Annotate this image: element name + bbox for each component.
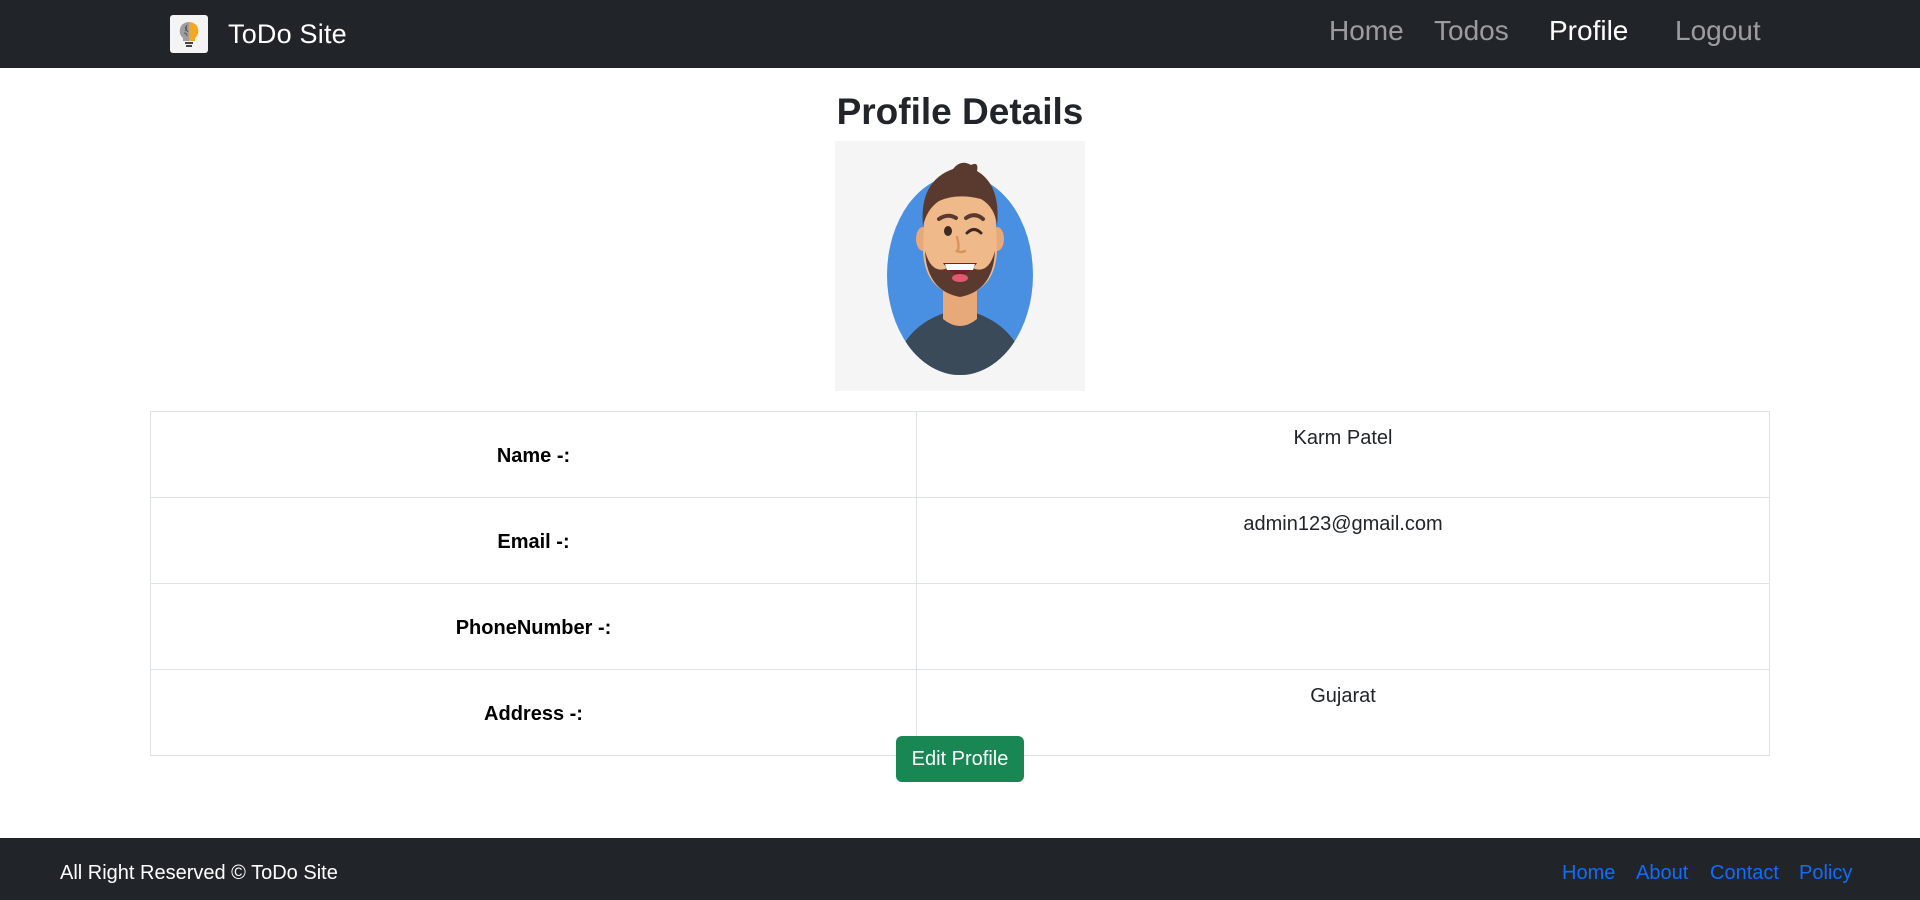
nav-profile-link[interactable]: Profile: [1549, 14, 1628, 48]
profile-details-table: Name -: Karm Patel Email -: admin123@gma…: [150, 411, 1770, 756]
email-label: Email -:: [150, 497, 917, 584]
page-title: Profile Details: [836, 91, 1084, 132]
phone-value: [916, 583, 1770, 670]
footer-contact-link[interactable]: Contact: [1710, 862, 1779, 885]
email-value: admin123@gmail.com: [916, 497, 1770, 584]
address-value: Gujarat: [916, 669, 1770, 756]
edit-profile-button[interactable]: Edit Profile: [896, 736, 1024, 782]
lightbulb-brain-logo-icon: [170, 15, 208, 53]
name-value: Karm Patel: [916, 411, 1770, 498]
footer-policy-link[interactable]: Policy: [1799, 862, 1852, 885]
table-row: Email -: admin123@gmail.com: [150, 497, 1770, 584]
brand-link[interactable]: ToDo Site: [170, 15, 347, 53]
nav-logout-link[interactable]: Logout: [1675, 14, 1761, 48]
name-label: Name -:: [150, 411, 917, 498]
footer-about-link[interactable]: About: [1636, 862, 1688, 885]
brand-name: ToDo Site: [228, 18, 347, 49]
address-label: Address -:: [150, 669, 917, 756]
nav-home-link[interactable]: Home: [1329, 14, 1404, 48]
footer-home-link[interactable]: Home: [1562, 862, 1615, 885]
copyright-text: All Right Reserved © ToDo Site: [60, 862, 338, 884]
footer: All Right Reserved © ToDo Site Home Abou…: [0, 838, 1920, 900]
top-navbar: ToDo Site Home Todos Profile Logout: [0, 0, 1920, 68]
nav-todos-link[interactable]: Todos: [1434, 14, 1509, 48]
table-row: Name -: Karm Patel: [150, 411, 1770, 498]
bearded-man-avatar-icon: [835, 141, 1085, 391]
phone-label: PhoneNumber -:: [150, 583, 917, 670]
table-row: PhoneNumber -:: [150, 583, 1770, 670]
